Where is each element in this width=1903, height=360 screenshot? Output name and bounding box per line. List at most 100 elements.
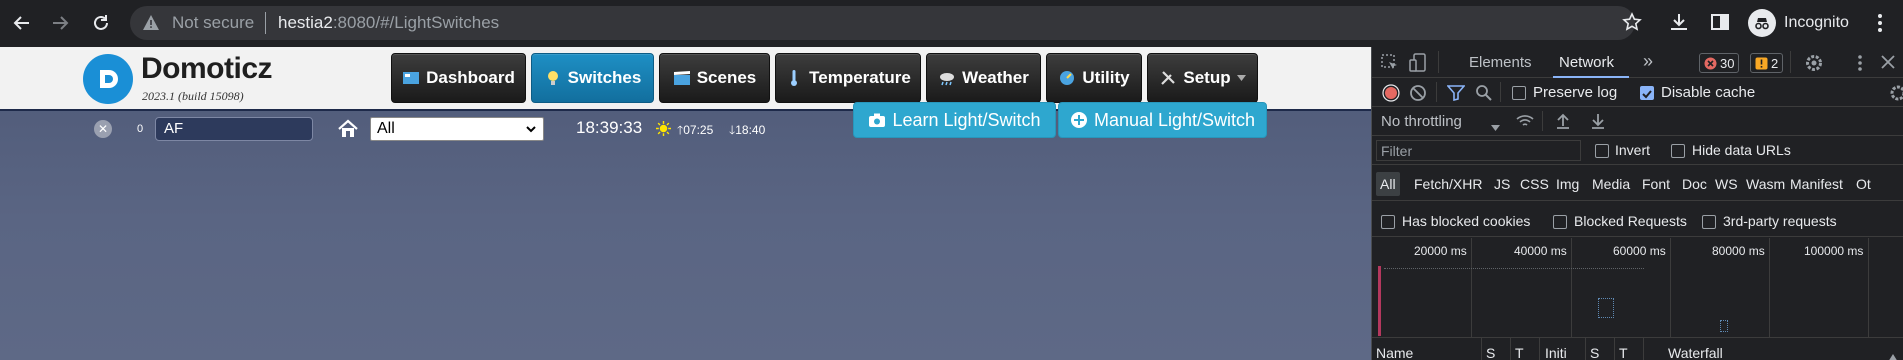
warnings-badge[interactable]: 2: [1750, 53, 1784, 73]
record-icon[interactable]: [1382, 84, 1400, 107]
blocked-requests-checkbox[interactable]: [1553, 215, 1567, 229]
filter-icon[interactable]: [1446, 85, 1466, 106]
download-icon[interactable]: [1668, 11, 1690, 38]
sidepanel-icon[interactable]: [1709, 11, 1731, 38]
request-marker: [1720, 320, 1728, 332]
warning-icon: [1755, 57, 1768, 69]
blocked-cookies-checkbox[interactable]: [1381, 215, 1395, 229]
search-icon[interactable]: [1475, 84, 1493, 107]
sunrise-info: 🡑07:25: [677, 121, 713, 142]
request-marker: [1384, 268, 1644, 269]
column-header[interactable]: T: [1619, 345, 1628, 360]
device-toggle-icon[interactable]: [1409, 53, 1427, 78]
filter-input[interactable]: Filter: [1376, 140, 1581, 161]
invert-checkbox[interactable]: [1595, 144, 1609, 158]
forward-icon[interactable]: [47, 10, 73, 36]
column-header[interactable]: Initi: [1545, 345, 1567, 360]
inspect-icon[interactable]: [1381, 54, 1399, 77]
clear-filter-icon[interactable]: ✕: [94, 120, 112, 138]
filter-count: 0: [137, 123, 144, 135]
profile-label: Incognito: [1784, 14, 1849, 31]
download-har-icon[interactable]: [1590, 112, 1606, 135]
settings-gear-icon[interactable]: [1804, 53, 1824, 78]
column-header[interactable]: T: [1515, 345, 1524, 360]
sort-up-icon[interactable]: [1888, 349, 1898, 360]
divider: [1481, 338, 1482, 360]
type-filter-wasm[interactable]: Wasm: [1742, 172, 1789, 196]
search-input[interactable]: AF: [155, 117, 313, 141]
type-filter-img[interactable]: Img: [1552, 172, 1583, 196]
more-tabs-icon[interactable]: »: [1643, 51, 1653, 72]
learn-switch-button[interactable]: Learn Light/Switch: [853, 102, 1056, 138]
tools-icon: [1161, 71, 1176, 85]
clear-icon[interactable]: [1409, 84, 1427, 107]
column-header[interactable]: S: [1590, 345, 1599, 360]
disable-cache-checkbox[interactable]: [1640, 86, 1654, 100]
nav-temperature[interactable]: Temperature: [775, 53, 921, 103]
invert-label: Invert: [1615, 142, 1651, 158]
learn-switch-label: Learn Light/Switch: [892, 109, 1041, 130]
caret-down-icon[interactable]: [1491, 118, 1500, 136]
errors-badge[interactable]: 30: [1699, 53, 1740, 73]
timeline-tick: 100000 ms: [1804, 244, 1864, 258]
type-filter-manifest[interactable]: Manifest: [1786, 172, 1847, 196]
manual-switch-button[interactable]: Manual Light/Switch: [1058, 102, 1267, 138]
domoticz-logo-icon[interactable]: [83, 54, 133, 104]
back-icon[interactable]: [9, 10, 35, 36]
tab-network[interactable]: Network: [1559, 54, 1614, 71]
divider: [1372, 236, 1903, 237]
reload-icon[interactable]: [88, 10, 114, 36]
hide-data-urls-checkbox[interactable]: [1671, 144, 1685, 158]
tab-elements[interactable]: Elements: [1469, 54, 1532, 71]
bulb-icon: [547, 71, 558, 85]
type-filter-doc[interactable]: Doc: [1678, 172, 1711, 196]
network-overview[interactable]: 20000 ms 40000 ms 60000 ms 80000 ms 1000…: [1372, 238, 1903, 338]
brand-name[interactable]: Domoticz: [141, 52, 273, 86]
security-label[interactable]: Not secure: [172, 13, 254, 33]
nav-utility[interactable]: Utility: [1046, 53, 1142, 103]
caret-down-icon: [1236, 75, 1246, 81]
column-header[interactable]: S: [1486, 345, 1495, 360]
close-icon[interactable]: [1881, 55, 1895, 74]
third-party-checkbox[interactable]: [1702, 215, 1716, 229]
request-marker: [1378, 266, 1381, 336]
profile-button[interactable]: Incognito: [1748, 9, 1849, 37]
warnings-count: 2: [1771, 55, 1779, 71]
type-filter-ws[interactable]: WS: [1711, 172, 1742, 196]
network-settings-icon[interactable]: [1889, 84, 1903, 107]
type-filter-media[interactable]: Media: [1588, 172, 1634, 196]
utility-icon: [1060, 71, 1075, 85]
nav-label: Weather: [962, 68, 1029, 87]
type-filter-js[interactable]: JS: [1490, 172, 1514, 196]
nav-dashboard[interactable]: Dashboard: [391, 53, 526, 103]
type-filter-all[interactable]: All: [1376, 172, 1400, 196]
room-select[interactable]: All: [370, 117, 544, 141]
type-filter-font[interactable]: Font: [1638, 172, 1674, 196]
type-filter-fetch[interactable]: Fetch/XHR: [1410, 172, 1486, 196]
nav-scenes[interactable]: Scenes: [659, 53, 770, 103]
star-icon[interactable]: [1622, 12, 1642, 37]
upload-icon[interactable]: [1555, 112, 1571, 135]
dashboard-icon: [403, 72, 420, 84]
type-filter-css[interactable]: CSS: [1516, 172, 1553, 196]
wifi-settings-icon[interactable]: [1515, 113, 1535, 134]
nav-switches[interactable]: Switches: [531, 53, 654, 103]
nav-label: Switches: [567, 68, 642, 87]
filter-toolbar: Filter Invert Hide data URLs: [1372, 136, 1903, 165]
preserve-log-checkbox[interactable]: [1512, 86, 1526, 100]
weather-icon: [940, 73, 955, 86]
menu-icon[interactable]: [1876, 12, 1884, 39]
divider: [1643, 338, 1644, 360]
type-filter-other[interactable]: Ot: [1852, 172, 1903, 196]
divider: [1539, 338, 1540, 360]
warning-icon[interactable]: [142, 14, 160, 37]
column-header[interactable]: Name: [1376, 345, 1413, 360]
column-header[interactable]: Waterfall: [1668, 345, 1723, 360]
gridline: [1571, 238, 1572, 338]
timeline-tick: 40000 ms: [1514, 244, 1567, 258]
throttling-select[interactable]: No throttling: [1381, 113, 1462, 130]
url-text[interactable]: hestia2:8080/#/LightSwitches: [278, 13, 499, 33]
nav-weather[interactable]: Weather: [926, 53, 1041, 103]
nav-setup[interactable]: Setup: [1147, 53, 1258, 103]
devtools-menu-icon[interactable]: [1857, 54, 1863, 77]
